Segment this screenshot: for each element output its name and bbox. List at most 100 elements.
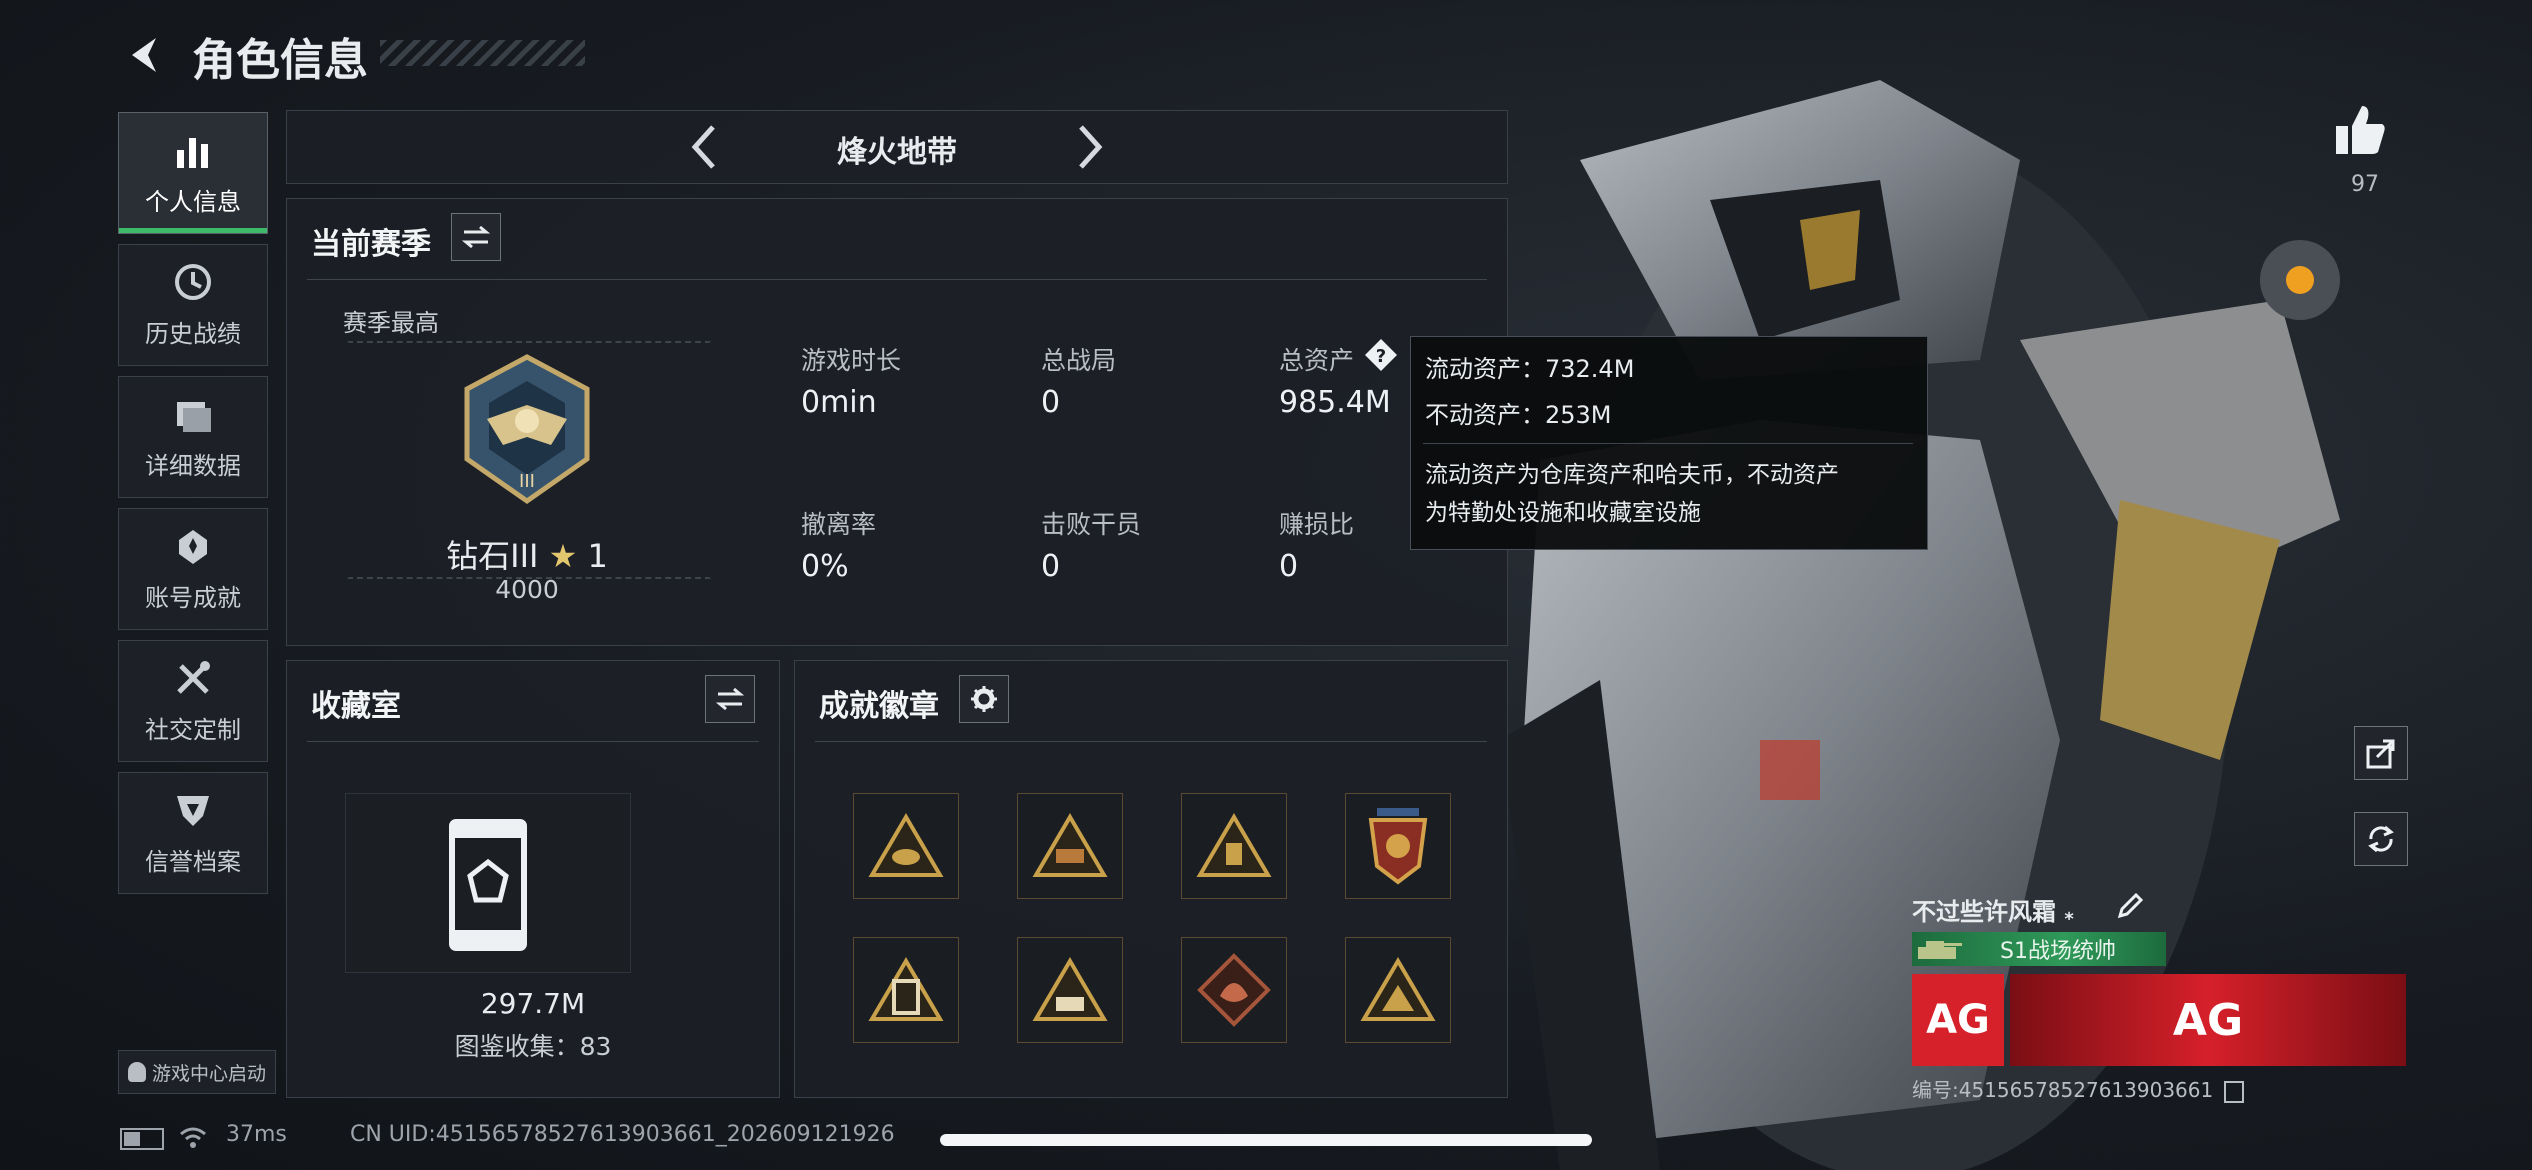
collection-panel: 收藏室 297.7M 图鉴收集：83 — [286, 660, 780, 1098]
tab-label: 信誉档案 — [145, 847, 241, 876]
season-panel: 当前赛季 赛季最高 III 钻石III ★ 1 4000 游戏时长 0min 总… — [286, 198, 1508, 646]
badge-slot[interactable] — [1017, 937, 1123, 1043]
ag-logo-icon: AG — [1926, 997, 1990, 1043]
emblem-icon: ⁎ — [2064, 904, 2074, 925]
rank-stars: 1 — [587, 537, 608, 575]
tooltip-fixed: 不动资产：253M — [1425, 401, 1612, 429]
tab-label: 历史战绩 — [145, 319, 241, 348]
tab-history[interactable]: 历史战绩 — [118, 244, 268, 366]
badge-slot[interactable] — [1345, 793, 1451, 899]
svg-text:?: ? — [1376, 346, 1386, 367]
svg-text:III: III — [519, 471, 535, 492]
season-best-label: 赛季最高 — [343, 309, 439, 337]
tab-social-custom[interactable]: 社交定制 — [118, 640, 268, 762]
badges-panel: 成就徽章 — [794, 660, 1508, 1098]
stat-value: 0% — [801, 549, 849, 584]
uid-text: CN UID:4515657852761390366​1_20260912192… — [350, 1122, 895, 1147]
asset-tooltip: 流动资产：732.4M 不动资产：253M 流动资产为仓库资产和哈夫币，不动资产… — [1410, 336, 1928, 550]
tooltip-liquid: 流动资产：732.4M — [1425, 355, 1635, 383]
badge-slot[interactable] — [1345, 937, 1451, 1043]
tab-achievements[interactable]: 账号成就 — [118, 508, 268, 630]
like-count: 97 — [2351, 172, 2379, 197]
back-button[interactable] — [118, 30, 168, 80]
collection-count: 图鉴收集：83 — [454, 1032, 612, 1061]
collection-value: 297.7M — [480, 987, 586, 1020]
share-button[interactable] — [2354, 726, 2408, 780]
bar-chart-icon — [177, 137, 208, 168]
tab-label: 账号成就 — [145, 583, 241, 612]
tooltip-desc: 流动资产为仓库资产和哈夫币，不动资产 — [1425, 462, 1839, 488]
badge-slot[interactable] — [853, 937, 959, 1043]
tab-personal-info[interactable]: 个人信息 — [118, 112, 268, 234]
badge-slot[interactable] — [1181, 937, 1287, 1043]
edit-name-button[interactable] — [2116, 892, 2146, 922]
player-title: S1战场统帅 — [2000, 939, 2116, 964]
collection-switch-button[interactable] — [705, 675, 755, 723]
chevron-right-icon — [1079, 125, 1103, 169]
rank-name: 钻石III — [446, 537, 539, 575]
thumbs-up-icon — [2336, 106, 2385, 154]
collection-frame[interactable] — [345, 793, 631, 973]
next-mode-button[interactable] — [1057, 117, 1117, 177]
tab-label: 个人信息 — [145, 187, 241, 216]
refresh-button[interactable] — [2354, 812, 2408, 866]
tab-credit-record[interactable]: 信誉档案 — [118, 772, 268, 894]
player-name: 不过些许风霜 ⁎ — [1912, 898, 2074, 926]
game-center-label: 游戏中心启动 — [151, 1062, 266, 1085]
copy-icon[interactable] — [2223, 1080, 2244, 1103]
prev-mode-button[interactable] — [677, 117, 737, 177]
stat-value: 0 — [1041, 549, 1061, 584]
tools-icon — [177, 660, 210, 694]
badge-icon — [1360, 957, 1436, 1021]
season-title: 当前赛季 — [311, 227, 431, 262]
tab-label: 社交定制 — [145, 715, 241, 744]
tab-detailed-data[interactable]: 详细数据 — [118, 376, 268, 498]
vault-icon — [449, 819, 527, 951]
badge-slot[interactable] — [853, 793, 959, 899]
badge-icon — [1196, 813, 1272, 877]
title-stripes — [380, 40, 585, 66]
home-indicator[interactable] — [940, 1134, 1592, 1146]
like-button[interactable] — [2330, 100, 2400, 170]
stat-value: 985.4M — [1279, 385, 1391, 420]
swap-icon — [462, 225, 490, 249]
team-banner: AG — [2010, 974, 2406, 1066]
season-switch-button[interactable] — [451, 213, 501, 261]
badge-icon — [868, 957, 944, 1021]
divider — [815, 741, 1487, 742]
back-arrow-icon — [132, 38, 156, 72]
asset-help-icon[interactable]: ? — [1363, 337, 1399, 373]
stat-label: 撤离率 — [801, 510, 877, 539]
stat-label: 游戏时长 — [801, 346, 902, 375]
stat-value: 0min — [801, 385, 877, 420]
badge-slot[interactable] — [1017, 793, 1123, 899]
collection-title: 收藏室 — [311, 689, 401, 724]
tank-icon — [1918, 941, 1962, 959]
active-indicator — [119, 228, 267, 233]
rank-emblem: III — [464, 354, 590, 505]
clock-icon — [175, 263, 211, 300]
divider — [307, 279, 1487, 280]
title-bar: S1战场统帅 — [1912, 932, 2166, 966]
rank-line: 钻石III ★ 1 — [407, 531, 647, 577]
badge-icon — [1032, 813, 1108, 877]
mode-name: 烽火地带 — [837, 135, 957, 170]
stat-label: 总战局 — [1041, 346, 1117, 375]
stat-value: 0 — [1279, 549, 1299, 584]
ping-text: 37ms — [226, 1122, 287, 1147]
battery-icon — [120, 1128, 164, 1150]
badge-slot[interactable] — [1181, 793, 1287, 899]
achievement-icon — [179, 529, 207, 564]
game-center-launch[interactable]: 游戏中心启动 — [118, 1050, 276, 1094]
badge-icon — [1197, 953, 1271, 1027]
badges-title: 成就徽章 — [819, 689, 939, 724]
ag-banner-logo-icon: AG — [2172, 994, 2244, 1046]
tab-label: 详细数据 — [145, 451, 241, 480]
folder-icon — [177, 401, 211, 432]
gear-icon — [971, 686, 997, 712]
tooltip-divider — [1423, 443, 1913, 444]
wifi-icon — [180, 1127, 206, 1148]
player-id: 编号:4515657852761390366​1 — [1912, 1074, 2244, 1103]
badges-settings-button[interactable] — [959, 675, 1009, 723]
chevron-left-icon — [691, 125, 715, 169]
